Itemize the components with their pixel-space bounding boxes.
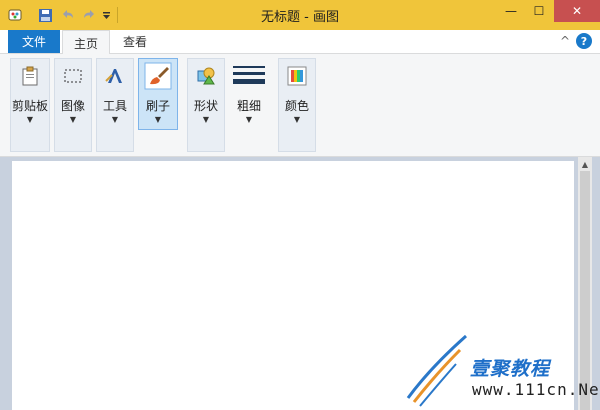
size-group[interactable]: 粗细 ▼ xyxy=(230,58,268,152)
brush-icon xyxy=(143,61,173,91)
watermark: 壹聚教程 www.111cn.Net xyxy=(400,320,600,410)
help-icon[interactable]: ? xyxy=(576,33,592,49)
tab-home[interactable]: 主页 xyxy=(62,30,110,55)
clipboard-group[interactable]: 剪贴板 ▼ xyxy=(10,58,50,152)
brushes-group[interactable]: 刷子 ▼ xyxy=(138,58,178,130)
maximize-icon: ☐ xyxy=(533,4,545,18)
colors-group[interactable]: 颜色 ▼ xyxy=(278,58,316,152)
collapse-ribbon-icon[interactable]: ^ xyxy=(560,34,570,48)
close-button[interactable]: ✕ xyxy=(554,0,600,22)
scroll-up-icon[interactable]: ▲ xyxy=(578,157,592,171)
color-palette-icon xyxy=(284,63,310,89)
shapes-label: 形状 xyxy=(193,99,218,113)
clipboard-label: 剪贴板 xyxy=(11,99,48,113)
image-label: 图像 xyxy=(60,99,85,113)
image-dropdown-icon: ▼ xyxy=(69,115,77,124)
tab-file[interactable]: 文件 xyxy=(8,30,60,53)
tools-group[interactable]: 工具 ▼ xyxy=(96,58,134,152)
line-size-icon xyxy=(233,63,265,89)
title-bar: 无标题 - 画图 — ☐ ✕ xyxy=(0,0,600,30)
size-label: 粗细 xyxy=(236,99,261,113)
minimize-button[interactable]: — xyxy=(496,0,526,22)
tools-label: 工具 xyxy=(102,99,127,113)
ribbon-tabs: 文件 主页 查看 ^ ? xyxy=(0,30,600,55)
brushes-dropdown-icon: ▼ xyxy=(154,115,162,124)
tools-dropdown-icon: ▼ xyxy=(111,115,119,124)
clipboard-icon xyxy=(17,63,43,89)
shapes-dropdown-icon: ▼ xyxy=(202,115,210,124)
watermark-brand: 壹聚教程 xyxy=(470,358,551,380)
image-group[interactable]: 图像 ▼ xyxy=(54,58,92,152)
watermark-logo-icon xyxy=(406,334,467,407)
paint-window: 无标题 - 画图 — ☐ ✕ 文件 主页 查看 ^ ? 剪贴板 ▼ 图像 ▼ 工… xyxy=(0,0,600,410)
minimize-icon: — xyxy=(505,4,517,18)
size-dropdown-icon: ▼ xyxy=(245,115,253,124)
ribbon: 剪贴板 ▼ 图像 ▼ 工具 ▼ 刷子 ▼ 形状 ▼ 粗细 ▼ 颜色 ▼ xyxy=(0,54,600,157)
brushes-label: 刷子 xyxy=(145,99,170,113)
colors-label: 颜色 xyxy=(284,99,309,113)
clipboard-dropdown-icon: ▼ xyxy=(26,115,34,124)
tools-icon xyxy=(102,63,128,89)
shapes-icon xyxy=(193,63,219,89)
tab-view[interactable]: 查看 xyxy=(112,30,158,53)
select-rectangle-icon xyxy=(60,63,86,89)
maximize-button[interactable]: ☐ xyxy=(526,0,552,22)
close-icon: ✕ xyxy=(571,4,583,18)
colors-dropdown-icon: ▼ xyxy=(293,115,301,124)
watermark-url: www.111cn.Net xyxy=(472,380,600,399)
shapes-group[interactable]: 形状 ▼ xyxy=(187,58,225,152)
